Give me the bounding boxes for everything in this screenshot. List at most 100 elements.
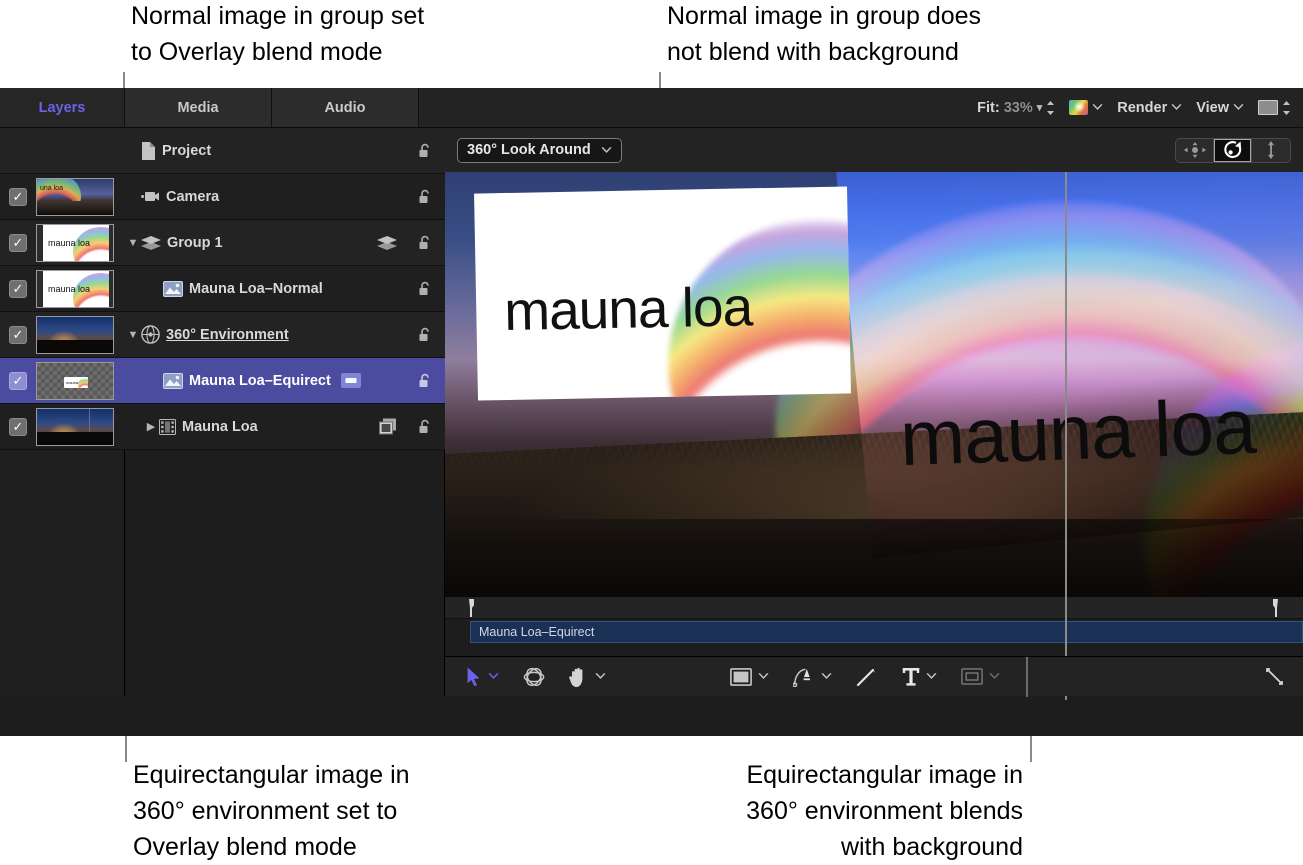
text-tool-icon[interactable] (902, 667, 920, 687)
media-badge[interactable] (379, 418, 397, 435)
blend-mode-badge[interactable] (341, 373, 361, 388)
chevron-down-icon[interactable] (758, 673, 769, 680)
select-tool[interactable] (467, 667, 499, 686)
orbit-mode-button[interactable] (1214, 139, 1252, 162)
layer-row-mauna-loa[interactable]: ✓ ▶ (0, 404, 445, 450)
unlocked-icon[interactable] (417, 327, 433, 343)
visibility-cell[interactable]: ✓ (0, 372, 36, 390)
bezier-pen-tool[interactable] (793, 667, 832, 687)
zoom-fit-control[interactable]: Fit: 33% ▾ (977, 100, 1055, 116)
visibility-checkbox[interactable]: ✓ (9, 234, 27, 252)
unlocked-icon[interactable] (417, 143, 433, 159)
lock-cell[interactable] (417, 281, 433, 297)
paint-stroke-tool[interactable] (856, 667, 878, 687)
lock-cell[interactable] (417, 419, 433, 435)
view-menu[interactable]: View (1196, 100, 1244, 116)
3d-transform-icon[interactable] (523, 667, 545, 687)
in-point-marker-icon[interactable] (469, 599, 478, 617)
shape-tool[interactable] (730, 668, 769, 686)
layer-row-mauna-loa-normal[interactable]: ✓ mauna loa (0, 266, 445, 312)
color-channel-control[interactable] (1069, 100, 1103, 115)
unlocked-icon[interactable] (417, 281, 433, 297)
unlocked-icon[interactable] (417, 235, 433, 251)
disclosure-triangle-closed[interactable]: ▶ (143, 420, 159, 433)
media-icon[interactable] (379, 418, 397, 435)
visibility-checkbox[interactable]: ✓ (9, 326, 27, 344)
stepper-icon[interactable]: ▾ (1037, 103, 1043, 113)
tab-audio[interactable]: Audio (272, 88, 419, 127)
orbit-icon[interactable] (1223, 141, 1243, 159)
render-menu[interactable]: Render (1117, 100, 1182, 116)
lock-cell[interactable] (417, 189, 433, 205)
lock-cell[interactable] (417, 235, 433, 251)
chevron-down-icon[interactable] (989, 673, 1000, 680)
mini-timeline[interactable]: Mauna Loa–Equirect (445, 597, 1303, 656)
resize-diagonal-icon[interactable] (1264, 666, 1285, 687)
pan-icon[interactable] (1184, 142, 1206, 158)
grey-swatch-icon[interactable] (1258, 100, 1278, 115)
out-point-marker-icon[interactable] (1269, 599, 1278, 617)
layer-row-group-1[interactable]: ✓ mauna loa ▼ (0, 220, 445, 266)
paint-stroke-icon[interactable] (856, 667, 878, 687)
text-tool[interactable] (902, 667, 937, 687)
chevron-down-icon[interactable] (601, 147, 612, 154)
visibility-checkbox[interactable]: ✓ (9, 372, 27, 390)
tab-media[interactable]: Media (125, 88, 272, 127)
blend-mode-icon[interactable] (341, 373, 361, 388)
visibility-checkbox[interactable]: ✓ (9, 280, 27, 298)
disclosure-triangle-open[interactable]: ▼ (125, 329, 141, 341)
chevron-down-icon[interactable] (1233, 104, 1244, 111)
timeline-clip[interactable]: Mauna Loa–Equirect (470, 621, 1303, 643)
disclosure-triangle-open[interactable]: ▼ (125, 237, 141, 249)
mask-tool-icon[interactable] (961, 668, 983, 685)
background-color-control[interactable] (1258, 100, 1291, 116)
bezier-pen-icon[interactable] (793, 667, 815, 687)
pan-mode-button[interactable] (1176, 139, 1214, 162)
visibility-checkbox[interactable]: ✓ (9, 418, 27, 436)
3d-transform-tool[interactable] (523, 667, 545, 687)
canvas-viewport[interactable]: mauna loa mauna loa (445, 172, 1303, 597)
chevron-down-icon[interactable] (1171, 104, 1182, 111)
unlocked-icon[interactable] (417, 189, 433, 205)
visibility-cell[interactable]: ✓ (0, 326, 36, 344)
updown-arrows-icon[interactable] (1282, 100, 1291, 116)
lock-cell[interactable] (417, 143, 433, 159)
layer-row-project[interactable]: Project (0, 128, 445, 174)
visibility-cell[interactable]: ✓ (0, 280, 36, 298)
mask-tool[interactable] (961, 668, 1000, 685)
chevron-down-icon[interactable] (821, 673, 832, 680)
visibility-cell[interactable]: ✓ (0, 418, 36, 436)
document-icon (141, 142, 156, 160)
look-around-popup-menu[interactable]: 360° Look Around (457, 138, 622, 163)
visibility-cell[interactable]: ✓ (0, 234, 36, 252)
chevron-down-icon[interactable] (595, 673, 606, 680)
canvas-toolbar-right-group (1028, 666, 1303, 687)
updown-arrows-icon[interactable] (1046, 100, 1055, 116)
lock-cell[interactable] (417, 373, 433, 389)
arrow-select-icon[interactable] (467, 667, 482, 686)
chevron-down-icon[interactable] (1092, 104, 1103, 111)
pan-tool[interactable] (569, 667, 606, 687)
timeline-ruler[interactable] (445, 597, 1303, 619)
tab-layers[interactable]: Layers (0, 88, 125, 127)
visibility-checkbox[interactable]: ✓ (9, 188, 27, 206)
shape-rect-icon[interactable] (730, 668, 752, 686)
navigation-mode-segmented-control[interactable] (1175, 138, 1291, 163)
chevron-down-icon[interactable] (926, 673, 937, 680)
lock-cell[interactable] (417, 327, 433, 343)
playhead-line[interactable] (1065, 172, 1067, 700)
unlocked-icon[interactable] (417, 419, 433, 435)
hand-pan-icon[interactable] (569, 667, 589, 687)
dolly-icon[interactable] (1265, 141, 1277, 159)
chevron-down-icon[interactable] (488, 673, 499, 680)
layer-row-camera[interactable]: ✓ una loa (0, 174, 445, 220)
group-badge[interactable] (377, 236, 397, 250)
visibility-cell[interactable]: ✓ (0, 188, 36, 206)
dolly-mode-button[interactable] (1252, 139, 1290, 162)
normal-image-card[interactable]: mauna loa (474, 186, 851, 400)
unlocked-icon[interactable] (417, 373, 433, 389)
rainbow-swatch-icon[interactable] (1069, 100, 1088, 115)
group-icon[interactable] (377, 236, 397, 250)
layer-row-mauna-loa-equirect[interactable]: ✓ mauna (0, 358, 445, 404)
layer-row-360-environment[interactable]: ✓ ▼ (0, 312, 445, 358)
